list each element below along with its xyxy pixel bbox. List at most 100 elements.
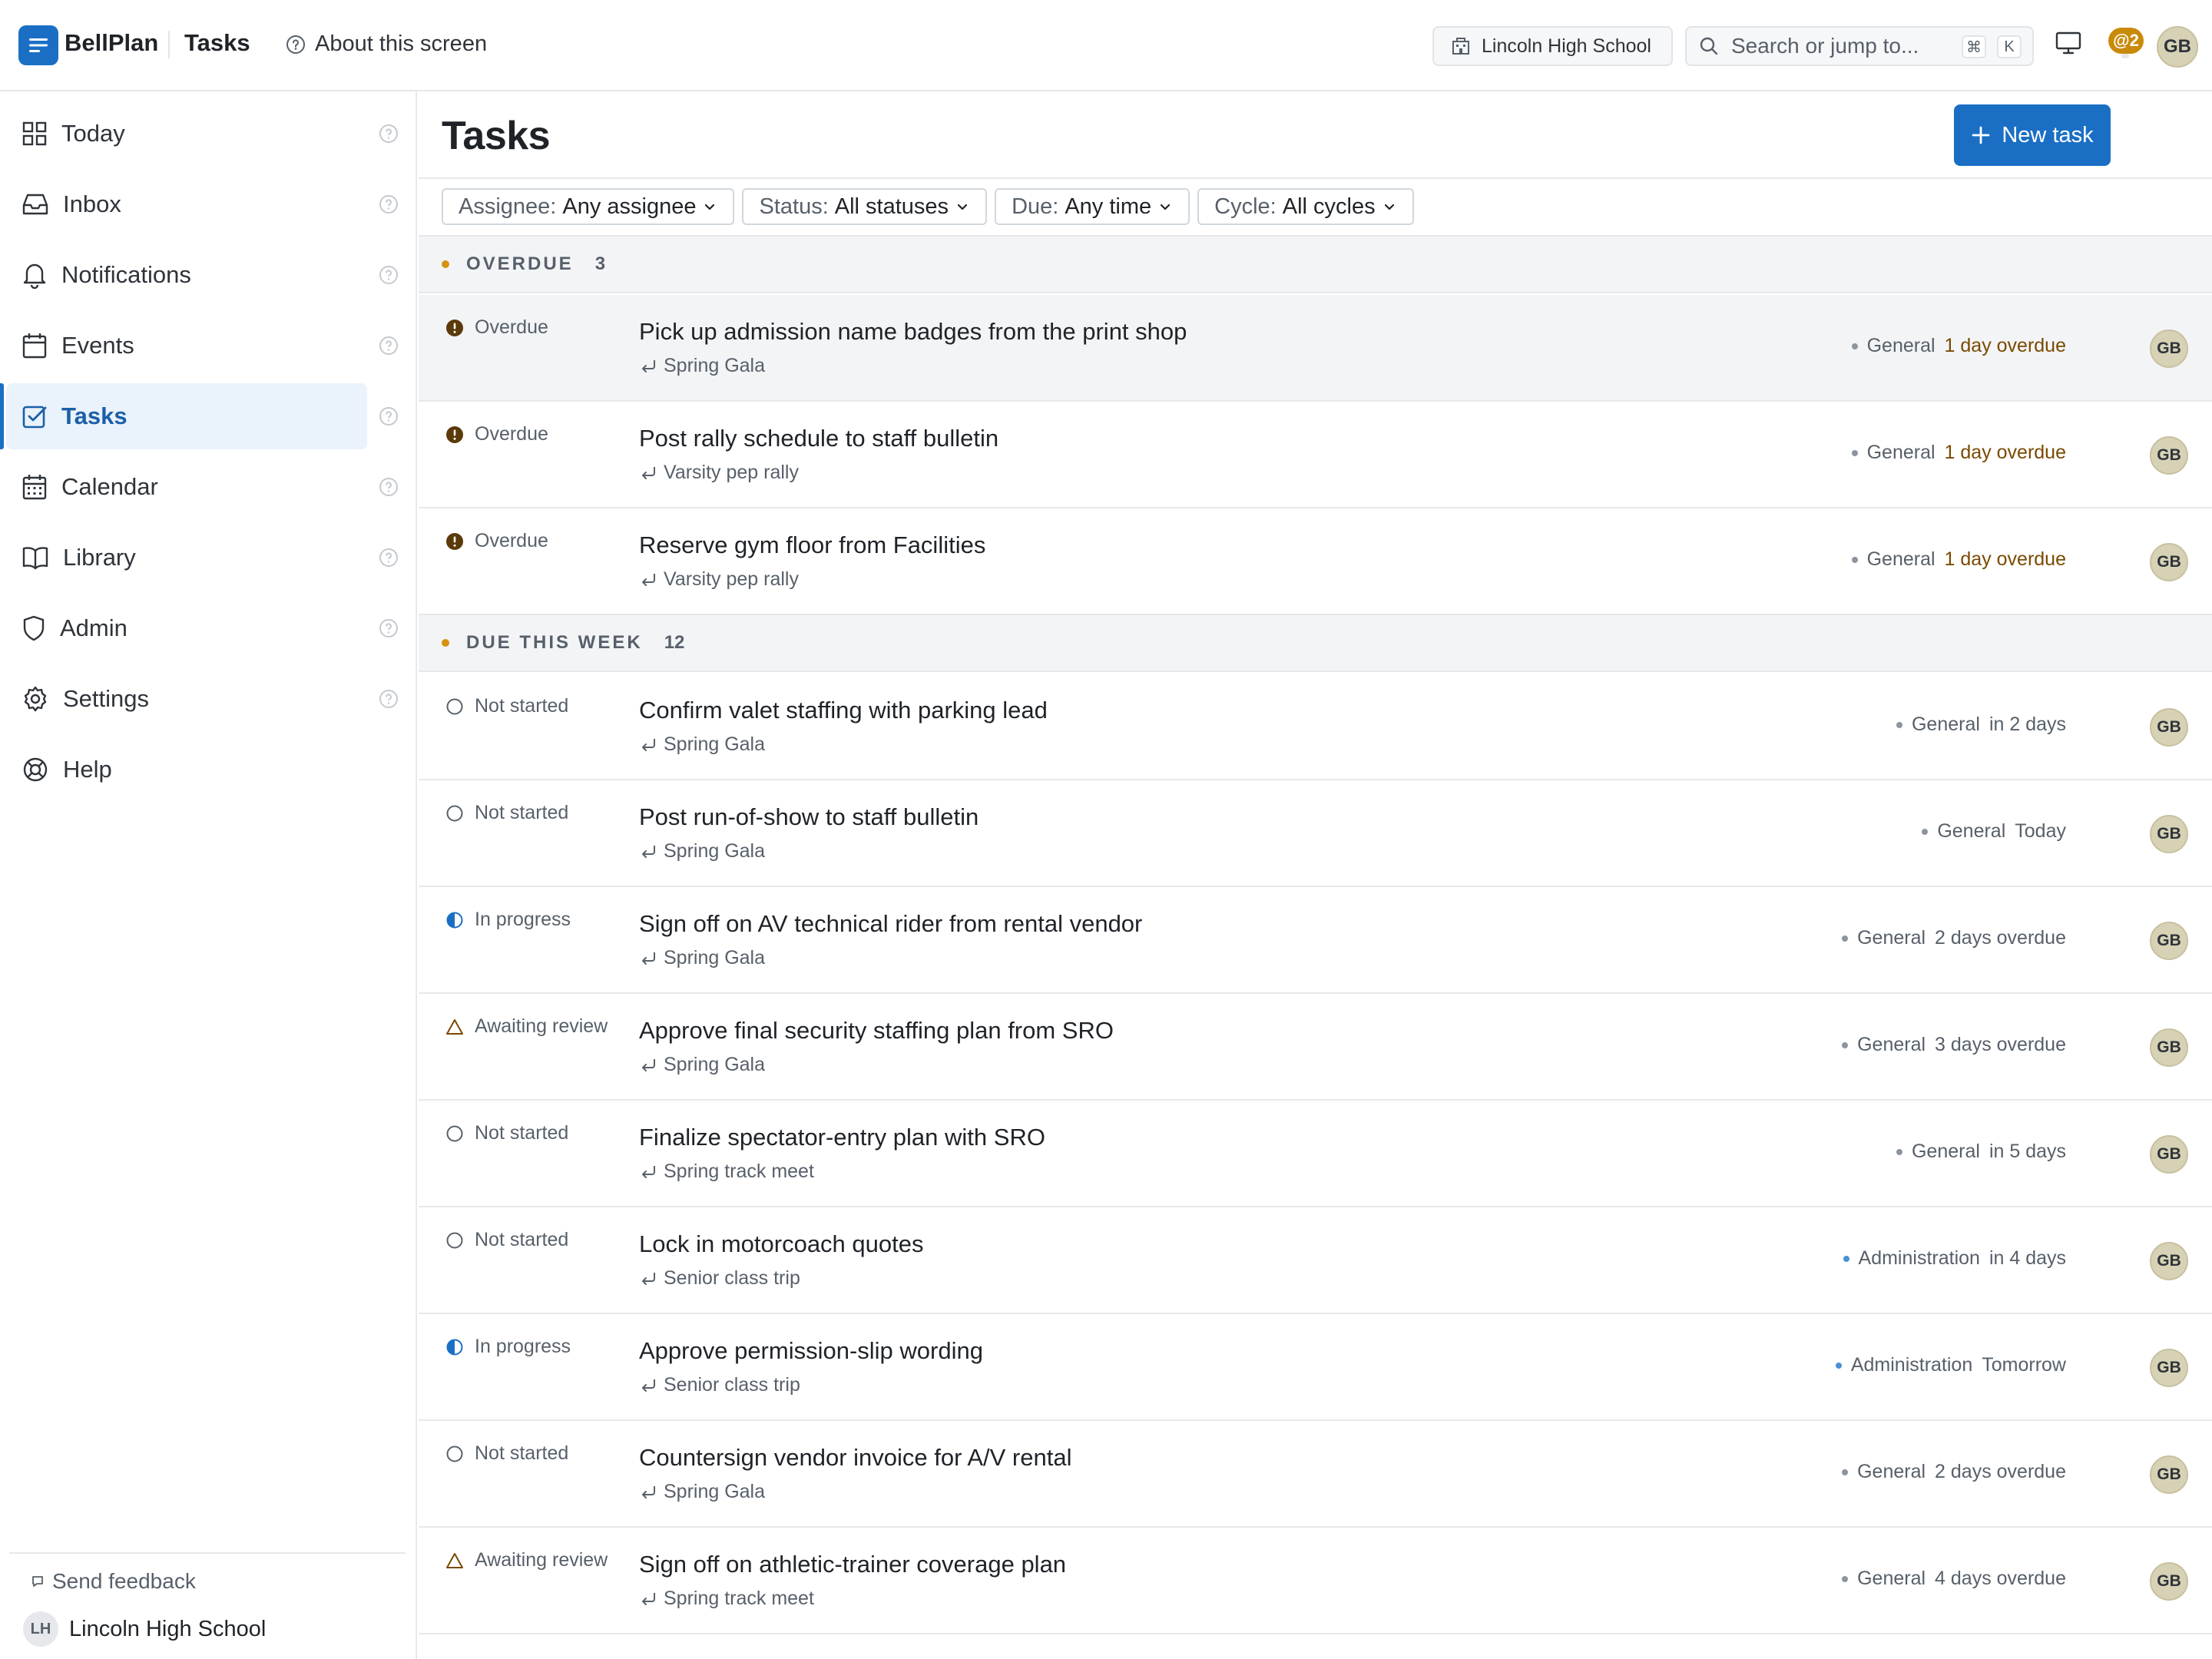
sidebar-item-admin[interactable]: Admin	[6, 595, 367, 661]
help-circle-icon[interactable]	[378, 618, 399, 639]
grid-icon	[22, 121, 47, 146]
assignee-avatar[interactable]: GB	[2150, 1349, 2188, 1387]
task-parent[interactable]: Spring Gala	[639, 947, 765, 969]
send-feedback-link[interactable]: Send feedback	[31, 1569, 196, 1594]
status-badge: Not started	[445, 1442, 568, 1465]
org-switcher[interactable]: LH Lincoln High School	[23, 1611, 266, 1647]
sidebar-item-events[interactable]: Events	[6, 313, 367, 379]
task-title[interactable]: Approve permission-slip wording	[639, 1337, 983, 1365]
assignee-avatar[interactable]: GB	[2150, 1135, 2188, 1174]
about-screen-link[interactable]: About this screen	[286, 31, 487, 57]
assignee-avatar[interactable]: GB	[2150, 543, 2188, 581]
task-parent[interactable]: Senior class trip	[639, 1267, 800, 1290]
sidebar-item-settings[interactable]: Settings	[6, 666, 367, 732]
task-title[interactable]: Finalize spectator-entry plan with SRO	[639, 1124, 1045, 1151]
task-row[interactable]: Overdue Reserve gym floor from Facilitie…	[419, 508, 2212, 615]
task-parent[interactable]: Spring Gala	[639, 355, 765, 377]
app-logo-icon[interactable]	[18, 25, 58, 65]
task-title[interactable]: Countersign vendor invoice for A/V renta…	[639, 1444, 1071, 1472]
status-badge: In progress	[445, 1336, 571, 1358]
assignee-avatar[interactable]: GB	[2150, 1242, 2188, 1280]
assignee-avatar[interactable]: GB	[2150, 708, 2188, 747]
task-row[interactable]: Awaiting review Sign off on athletic-tra…	[419, 1528, 2212, 1634]
task-title[interactable]: Lock in motorcoach quotes	[639, 1230, 924, 1258]
filter-assignee[interactable]: Assignee: Any assignee	[442, 188, 735, 225]
school-switcher[interactable]: Lincoln High School	[1432, 26, 1673, 66]
assignee-avatar[interactable]: GB	[2150, 1455, 2188, 1494]
filter-status[interactable]: Status: All statuses	[742, 188, 988, 225]
sidebar-item-notifications[interactable]: Notifications	[6, 242, 367, 308]
help-circle-icon[interactable]	[378, 688, 399, 710]
task-title[interactable]: Sign off on athletic-trainer coverage pl…	[639, 1551, 1066, 1578]
search-input[interactable]: Search or jump to... ⌘ K	[1685, 26, 2034, 66]
task-title[interactable]: Sign off on AV technical rider from rent…	[639, 910, 1142, 938]
task-parent[interactable]: Spring Gala	[639, 733, 765, 756]
filter-bar: Assignee: Any assignee Status: All statu…	[442, 188, 1414, 225]
sidebar-item-today[interactable]: Today	[6, 101, 367, 167]
task-row[interactable]: Not started Countersign vendor invoice f…	[419, 1421, 2212, 1528]
task-due: 2 days overdue	[1935, 927, 2066, 949]
help-circle-icon[interactable]	[378, 406, 399, 427]
assignee-avatar[interactable]: GB	[2150, 922, 2188, 960]
task-parent[interactable]: Spring Gala	[639, 1481, 765, 1503]
monitor-icon[interactable]	[2055, 31, 2081, 59]
filter-due[interactable]: Due: Any time	[995, 188, 1190, 225]
task-title[interactable]: Post run-of-show to staff bulletin	[639, 803, 979, 831]
task-parent[interactable]: Senior class trip	[639, 1374, 800, 1396]
task-category: General	[1857, 1034, 1926, 1055]
sidebar-item-label: Inbox	[63, 190, 121, 217]
building-icon	[1452, 38, 1469, 55]
task-title[interactable]: Pick up admission name badges from the p…	[639, 318, 1187, 346]
category-dot	[1896, 721, 1902, 728]
task-row[interactable]: In progress Approve permission-slip word…	[419, 1314, 2212, 1421]
task-row[interactable]: Overdue Pick up admission name badges fr…	[419, 295, 2212, 402]
sidebar-item-tasks[interactable]: Tasks	[0, 383, 367, 449]
top-bar: BellPlan Tasks About this screen Lincoln…	[0, 0, 2212, 91]
help-circle-icon[interactable]	[378, 264, 399, 286]
brand-name[interactable]: BellPlan	[65, 29, 158, 57]
user-avatar[interactable]: GB	[2157, 26, 2198, 68]
sidebar-item-calendar[interactable]: Calendar	[6, 454, 367, 520]
help-circle-icon[interactable]	[378, 123, 399, 144]
task-parent[interactable]: Spring Gala	[639, 1054, 765, 1076]
assignee-avatar[interactable]: GB	[2150, 436, 2188, 475]
sidebar-item-library[interactable]: Library	[6, 525, 367, 591]
new-task-button[interactable]: New task	[1954, 104, 2111, 166]
task-row[interactable]: Awaiting review Approve final security s…	[419, 994, 2212, 1101]
shield-icon	[23, 615, 45, 641]
task-row[interactable]: In progress Sign off on AV technical rid…	[419, 887, 2212, 994]
task-title[interactable]: Confirm valet staffing with parking lead	[639, 697, 1048, 724]
task-row[interactable]: Not started Confirm valet staffing with …	[419, 674, 2212, 780]
filter-cycle[interactable]: Cycle: All cycles	[1197, 188, 1414, 225]
breadcrumb-divider	[168, 31, 170, 58]
group-header-due-this-week[interactable]: DUE THIS WEEK 12	[419, 615, 2212, 672]
assignee-avatar[interactable]: GB	[2150, 1562, 2188, 1601]
task-parent[interactable]: Varsity pep rally	[639, 462, 799, 484]
sidebar-item-help[interactable]: Help	[6, 737, 367, 803]
task-title[interactable]: Approve final security staffing plan fro…	[639, 1017, 1114, 1045]
task-parent[interactable]: Spring Gala	[639, 840, 765, 863]
assignee-avatar[interactable]: GB	[2150, 329, 2188, 368]
help-circle-icon[interactable]	[378, 547, 399, 568]
status-badge: Not started	[445, 802, 568, 824]
help-circle-icon[interactable]	[378, 335, 399, 356]
assignee-avatar[interactable]: GB	[2150, 815, 2188, 853]
task-category: Administration	[1850, 1354, 1973, 1376]
task-parent[interactable]: Spring track meet	[639, 1588, 814, 1610]
task-title[interactable]: Reserve gym floor from Facilities	[639, 531, 985, 559]
sidebar-item-inbox[interactable]: Inbox	[6, 171, 367, 237]
mentions-badge[interactable]: @2	[2108, 28, 2144, 54]
task-row[interactable]: Overdue Post rally schedule to staff bul…	[419, 402, 2212, 508]
task-title[interactable]: Post rally schedule to staff bulletin	[639, 425, 998, 452]
task-row[interactable]: Not started Finalize spectator-entry pla…	[419, 1101, 2212, 1207]
task-row[interactable]: Not started Post run-of-show to staff bu…	[419, 780, 2212, 887]
status-badge: Overdue	[445, 530, 548, 552]
assignee-avatar[interactable]: GB	[2150, 1028, 2188, 1067]
not-started-icon	[446, 698, 463, 714]
group-header-overdue[interactable]: OVERDUE 3	[419, 237, 2212, 293]
help-circle-icon[interactable]	[378, 476, 399, 498]
task-row[interactable]: Not started Lock in motorcoach quotes Se…	[419, 1207, 2212, 1314]
help-circle-icon[interactable]	[378, 194, 399, 215]
task-parent[interactable]: Spring track meet	[639, 1161, 814, 1183]
task-parent[interactable]: Varsity pep rally	[639, 568, 799, 591]
